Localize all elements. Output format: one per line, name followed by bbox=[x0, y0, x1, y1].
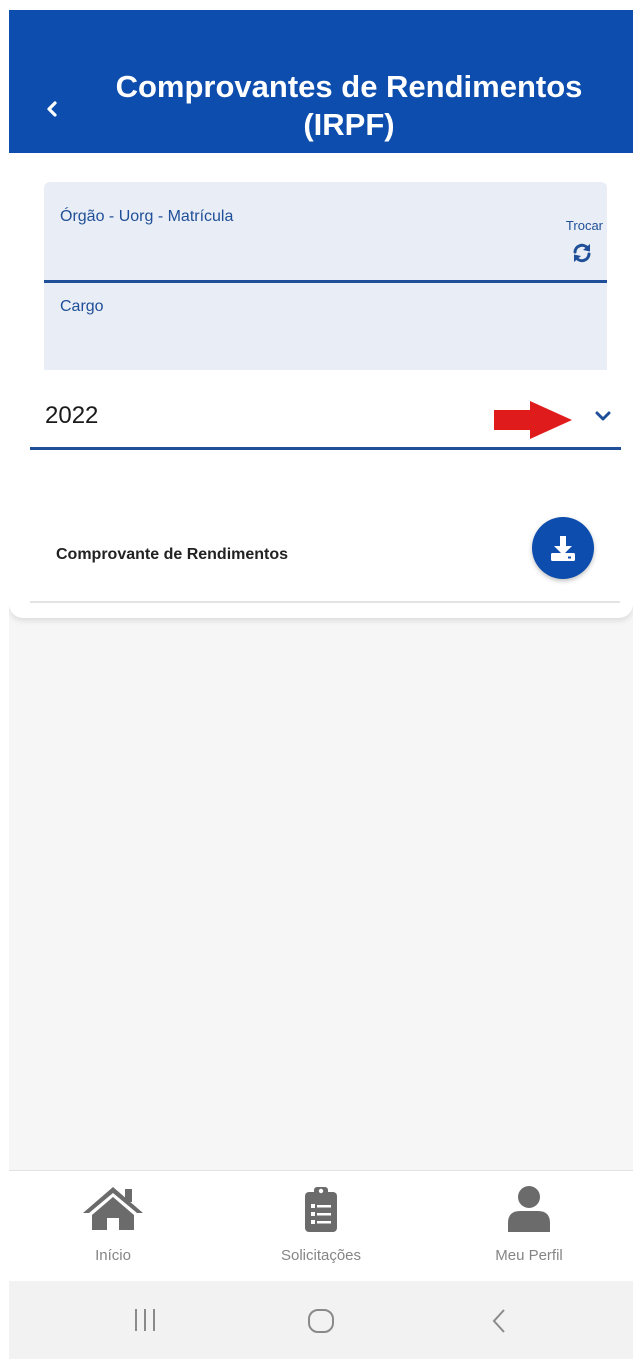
content-card: Órgão - Uorg - Matrícula Trocar Cargo 20… bbox=[9, 153, 633, 618]
year-select-underline bbox=[30, 447, 621, 450]
nav-item-meu-perfil[interactable]: Meu Perfil bbox=[425, 1171, 633, 1281]
back-button[interactable] bbox=[39, 96, 65, 122]
recent-apps-button[interactable] bbox=[133, 1307, 157, 1338]
page-title: Comprovantes de Rendimentos (IRPF) bbox=[115, 69, 583, 142]
home-icon bbox=[83, 1187, 143, 1230]
cargo-label: Cargo bbox=[60, 298, 104, 315]
nav-label-inicio: Início bbox=[95, 1247, 131, 1264]
nav-item-inicio[interactable]: Início bbox=[9, 1171, 217, 1281]
app-screen: Comprovantes de Rendimentos (IRPF) Órgão… bbox=[9, 10, 633, 1359]
info-divider bbox=[44, 280, 607, 283]
orgao-uorg-matricula-label: Órgão - Uorg - Matrícula bbox=[60, 208, 234, 225]
system-home-button[interactable] bbox=[307, 1307, 335, 1340]
employment-info-box: Órgão - Uorg - Matrícula Trocar Cargo bbox=[44, 182, 607, 370]
year-select-value: 2022 bbox=[45, 402, 99, 429]
document-label: Comprovante de Rendimentos bbox=[56, 546, 289, 563]
nav-label-solicitacoes: Solicitações bbox=[280, 1247, 362, 1264]
back-chevron-icon bbox=[492, 1309, 505, 1333]
year-select[interactable]: 2022 bbox=[30, 386, 621, 450]
chevron-left-icon bbox=[47, 101, 57, 117]
user-icon bbox=[508, 1186, 550, 1232]
swap-label: Trocar bbox=[565, 218, 603, 233]
nav-item-solicitacoes[interactable]: Solicitações bbox=[217, 1171, 425, 1281]
download-button[interactable] bbox=[532, 517, 594, 579]
list-item: Comprovante de Rendimentos bbox=[30, 483, 620, 603]
list-divider bbox=[30, 601, 620, 603]
home-circle-icon bbox=[308, 1309, 334, 1333]
swap-button[interactable]: Trocar bbox=[543, 218, 603, 268]
nav-label-meu-perfil: Meu Perfil bbox=[495, 1247, 563, 1264]
clipboard-list-icon bbox=[305, 1187, 337, 1232]
refresh-icon bbox=[573, 243, 591, 263]
download-icon bbox=[551, 536, 575, 561]
system-navigation-bar bbox=[9, 1281, 633, 1359]
bottom-navigation: Início Solicitações Meu Perfil bbox=[9, 1170, 633, 1281]
chevron-down-icon bbox=[595, 411, 611, 421]
system-back-button[interactable] bbox=[490, 1307, 508, 1340]
recent-apps-icon bbox=[135, 1309, 155, 1331]
app-header: Comprovantes de Rendimentos (IRPF) bbox=[9, 10, 633, 153]
red-arrow-annotation-icon bbox=[494, 401, 572, 439]
